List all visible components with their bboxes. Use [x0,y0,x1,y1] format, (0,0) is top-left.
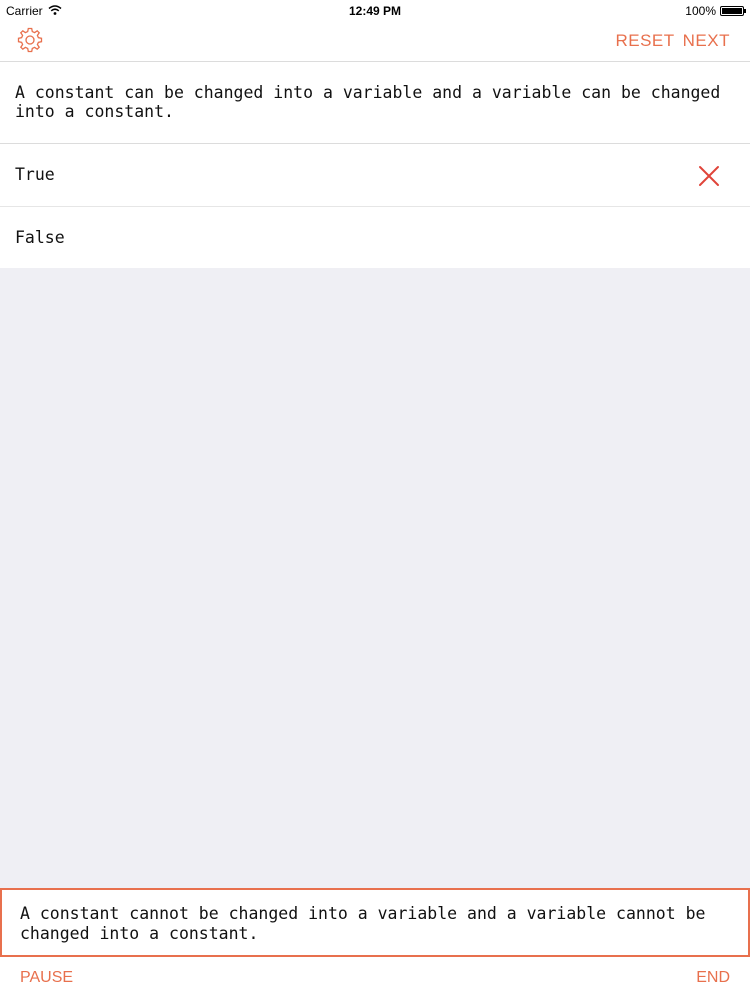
battery-icon [720,6,746,16]
status-time: 12:49 PM [348,4,402,18]
answer-options: True False [0,144,750,268]
pause-button[interactable]: PAUSE [20,969,73,987]
nav-bar: RESET NEXT [0,22,750,62]
nav-actions: RESET NEXT [615,31,730,51]
end-button[interactable]: END [696,969,730,987]
option-false[interactable]: False [0,206,750,268]
footer-bar: PAUSE END [0,957,750,1000]
gear-icon [16,27,44,58]
wrong-x-icon [698,165,720,187]
question-text: A constant can be changed into a variabl… [0,62,750,144]
option-label: True [15,165,55,184]
quiz-screen: Carrier 12:49 PM 100% RESET NEXT A const… [0,0,750,1000]
status-bar: Carrier 12:49 PM 100% [0,0,750,22]
correct-answer-box: A constant cannot be changed into a vari… [0,888,750,957]
option-label: False [15,228,65,247]
battery-percent: 100% [685,4,716,18]
status-right: 100% [685,4,746,18]
settings-button[interactable] [16,26,44,54]
reset-button[interactable]: RESET [615,31,674,51]
next-button[interactable]: NEXT [683,31,730,51]
option-true[interactable]: True [0,144,750,206]
